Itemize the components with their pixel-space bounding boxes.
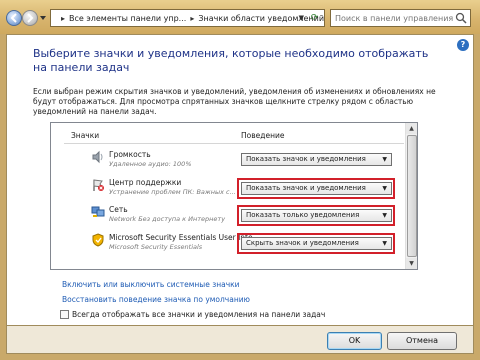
- behavior-select-value: Показать значок и уведомления: [246, 155, 366, 163]
- help-icon[interactable]: ?: [457, 39, 469, 51]
- highlight-frame: [237, 178, 395, 199]
- speaker-icon: [92, 150, 103, 164]
- always-show-checkbox[interactable]: [60, 310, 69, 319]
- network-icon: [91, 206, 105, 217]
- back-button[interactable]: [6, 10, 22, 26]
- search-box[interactable]: [330, 9, 471, 27]
- scroll-up-icon[interactable]: ▲: [406, 123, 417, 134]
- scroll-thumb[interactable]: [407, 135, 417, 257]
- refresh-icon[interactable]: ⟳: [308, 12, 321, 24]
- page-description: Если выбран режим скрытия значков и увед…: [33, 87, 436, 116]
- forward-arrow-icon: [27, 13, 34, 23]
- highlight-frame: [237, 233, 395, 254]
- item-subtitle: Удаленное аудио: 100%: [109, 160, 192, 168]
- header-divider: [64, 143, 404, 144]
- control-panel-window: ▸ Все элементы панели упр... ▸ Значки об…: [0, 0, 480, 360]
- breadcrumb-separator: ▸: [190, 13, 195, 23]
- item-name: Громкость: [109, 150, 151, 159]
- scroll-down-icon[interactable]: ▼: [406, 258, 417, 269]
- item-name: Центр поддержки: [109, 178, 182, 187]
- column-header-icons: Значки: [71, 131, 100, 140]
- breadcrumb-notification-icons[interactable]: Значки области уведомлений: [198, 14, 324, 23]
- page-title: Выберите значки и уведомления, которые н…: [33, 47, 429, 74]
- recent-pages-chevron-icon[interactable]: [40, 15, 46, 21]
- search-icon[interactable]: [455, 12, 467, 24]
- item-subtitle: Microsoft Security Essentials: [109, 243, 203, 251]
- item-name: Сеть: [109, 205, 128, 214]
- behavior-select[interactable]: Показать значок и уведомления ▼: [241, 153, 392, 166]
- back-arrow-icon: [10, 13, 17, 23]
- notification-icons-list: Значки Поведение Громкость Удаленное ауд…: [50, 122, 418, 270]
- breadcrumb-all-items[interactable]: Все элементы панели упр...: [69, 14, 186, 23]
- forward-button[interactable]: [22, 10, 38, 26]
- always-show-label[interactable]: Всегда отображать все значки и уведомлен…: [72, 310, 325, 319]
- address-bar[interactable]: ▸ Все элементы панели упр... ▸ Значки об…: [50, 9, 325, 27]
- vertical-scrollbar[interactable]: ▲ ▼: [405, 123, 417, 269]
- search-input[interactable]: [333, 11, 455, 25]
- column-header-behavior: Поведение: [241, 131, 285, 140]
- highlight-frame: [237, 205, 395, 226]
- content-pane: ? Выберите значки и уведомления, которые…: [6, 34, 474, 326]
- chevron-down-icon: ▼: [382, 156, 387, 163]
- action-center-flag-icon: [93, 179, 104, 191]
- cancel-button[interactable]: Отмена: [387, 332, 457, 350]
- ok-button[interactable]: OK: [327, 332, 382, 350]
- breadcrumb-separator: ▸: [61, 13, 66, 23]
- restore-defaults-link[interactable]: Восстановить поведение значка по умолчан…: [62, 295, 250, 304]
- system-icons-link[interactable]: Включить или выключить системные значки: [62, 280, 240, 289]
- window-frame-top: ▸ Все элементы панели упр... ▸ Значки об…: [0, 0, 480, 34]
- security-essentials-icon: [92, 233, 104, 247]
- address-dropdown-icon[interactable]: ▼: [299, 14, 304, 22]
- item-subtitle: Устранение проблем ПК: Важных с...: [109, 188, 236, 196]
- item-subtitle: Network Без доступа к Интернету: [109, 215, 226, 223]
